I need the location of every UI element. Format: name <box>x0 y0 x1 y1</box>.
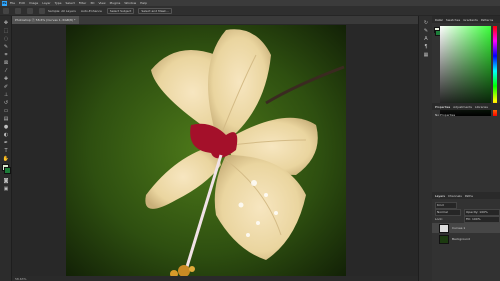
screen-mode-icon[interactable]: ▣ <box>3 186 9 192</box>
lock-label: Lock: <box>435 217 443 221</box>
document-canvas[interactable] <box>66 25 346 276</box>
zoom-level[interactable]: 58.63% <box>15 277 26 281</box>
curves-adjustment-thumbnail <box>439 223 449 233</box>
menu-3d[interactable]: 3D <box>90 1 94 5</box>
brush-settings-icon[interactable]: ✎ <box>423 28 429 34</box>
background-layer-thumbnail <box>439 234 449 244</box>
home-icon[interactable] <box>3 7 9 14</box>
layer-kind-filter[interactable]: Kind <box>435 202 457 209</box>
blend-mode-select[interactable]: Normal <box>435 209 461 216</box>
eraser-tool-icon[interactable]: ▭ <box>3 108 9 114</box>
document-tabs: Photoshop ⓔ 58.6% (Curves 1, RGB/8) * <box>12 16 418 24</box>
healing-brush-icon[interactable]: ✚ <box>3 76 9 82</box>
background-color-swatch[interactable] <box>4 167 11 174</box>
menu-help[interactable]: Help <box>140 1 147 5</box>
no-properties-label: No Properties <box>435 113 456 117</box>
fill-field[interactable]: Fill: 100% <box>464 216 500 223</box>
move-tool-icon[interactable]: ✥ <box>3 20 9 26</box>
menu-type[interactable]: Type <box>55 1 62 5</box>
layer-row-curves[interactable]: Curves 1 <box>432 223 500 233</box>
menu-filter[interactable]: Filter <box>79 1 86 5</box>
select-and-mask-button[interactable]: Select and Mask... <box>138 7 172 14</box>
tab-paths[interactable]: Paths <box>465 194 473 198</box>
properties-panel-tabs: Properties Adjustments Libraries <box>432 103 500 110</box>
menu-plugins[interactable]: Plugins <box>110 1 121 5</box>
dodge-tool-icon[interactable]: ◐ <box>3 132 9 138</box>
color-panel-tabs: Color Swatches Gradients Patterns <box>432 16 500 23</box>
options-bar: Sample: All Layers Auto-Enhance Select S… <box>0 6 500 16</box>
tools-panel: ✥ ⬚ ◌ ✎ ⌗ ⊠ ⁄ ✚ ✐ ⊥ ↺ ▭ ▤ ● ◐ ✒ T ✋ ◙ ▣ <box>0 16 12 281</box>
menu-layer[interactable]: Layer <box>42 1 50 5</box>
layer-name: Background <box>452 237 470 241</box>
menu-window[interactable]: Window <box>124 1 136 5</box>
hand-tool-icon[interactable]: ✋ <box>3 156 9 162</box>
tab-patterns[interactable]: Patterns <box>481 18 493 22</box>
crop-tool-icon[interactable]: ⌗ <box>3 52 9 58</box>
quick-select-tool-icon[interactable]: ✎ <box>3 44 9 50</box>
tab-channels[interactable]: Channels <box>448 194 462 198</box>
layer-name: Curves 1 <box>452 226 466 230</box>
photoshop-logo-icon: Ps <box>2 0 7 6</box>
select-subject-button[interactable]: Select Subject <box>106 7 135 14</box>
hibiscus-photo <box>66 25 346 276</box>
history-brush-icon[interactable]: ↺ <box>3 100 9 106</box>
tab-layers[interactable]: Layers <box>435 194 445 198</box>
frame-tool-icon[interactable]: ⊠ <box>3 60 9 66</box>
tab-properties[interactable]: Properties <box>435 105 450 109</box>
quick-selection-tool-icon[interactable] <box>15 7 21 14</box>
menu-file[interactable]: File <box>10 1 15 5</box>
brush-tool-icon[interactable]: ✐ <box>3 84 9 90</box>
add-selection-icon[interactable] <box>27 7 33 14</box>
lasso-tool-icon[interactable]: ◌ <box>3 36 9 42</box>
layers-panel-tabs: Layers Channels Paths <box>432 192 500 199</box>
opacity-field[interactable]: Opacity: 100% <box>464 209 500 216</box>
tab-gradients[interactable]: Gradients <box>463 18 478 22</box>
paragraph-icon[interactable]: ¶ <box>423 44 429 50</box>
menu-edit[interactable]: Edit <box>19 1 25 5</box>
status-bar: 58.63% <box>12 276 418 281</box>
marquee-tool-icon[interactable]: ⬚ <box>3 28 9 34</box>
menu-image[interactable]: Image <box>29 1 38 5</box>
layers-comp-icon[interactable]: ▦ <box>423 52 429 58</box>
subtract-selection-icon[interactable] <box>39 7 45 14</box>
menu-select[interactable]: Select <box>66 1 75 5</box>
auto-enhance-checkbox[interactable]: Auto-Enhance <box>81 9 102 13</box>
blur-tool-icon[interactable]: ● <box>3 124 9 130</box>
panels-column: Color Swatches Gradients Patterns Proper… <box>432 16 500 281</box>
tab-swatches[interactable]: Swatches <box>446 18 460 22</box>
type-tool-icon[interactable]: T <box>3 148 9 154</box>
tab-color[interactable]: Color <box>435 18 443 22</box>
history-icon[interactable]: ↻ <box>423 20 429 26</box>
tab-adjustments[interactable]: Adjustments <box>453 105 472 109</box>
tab-libraries[interactable]: Libraries <box>475 105 488 109</box>
layer-row-background[interactable]: Background <box>432 234 500 244</box>
document-tab[interactable]: Photoshop ⓔ 58.6% (Curves 1, RGB/8) * <box>12 16 79 24</box>
character-icon[interactable]: A <box>423 36 429 42</box>
menu-view[interactable]: View <box>98 1 105 5</box>
pen-tool-icon[interactable]: ✒ <box>3 140 9 146</box>
panel-dock-icons: ↻ ✎ A ¶ ▦ <box>418 16 432 281</box>
clone-stamp-icon[interactable]: ⊥ <box>3 92 9 98</box>
eyedropper-tool-icon[interactable]: ⁄ <box>3 68 9 74</box>
gradient-tool-icon[interactable]: ▤ <box>3 116 9 122</box>
sample-all-layers-checkbox[interactable]: Sample: All Layers <box>48 9 76 13</box>
quick-mask-icon[interactable]: ◙ <box>3 178 9 184</box>
